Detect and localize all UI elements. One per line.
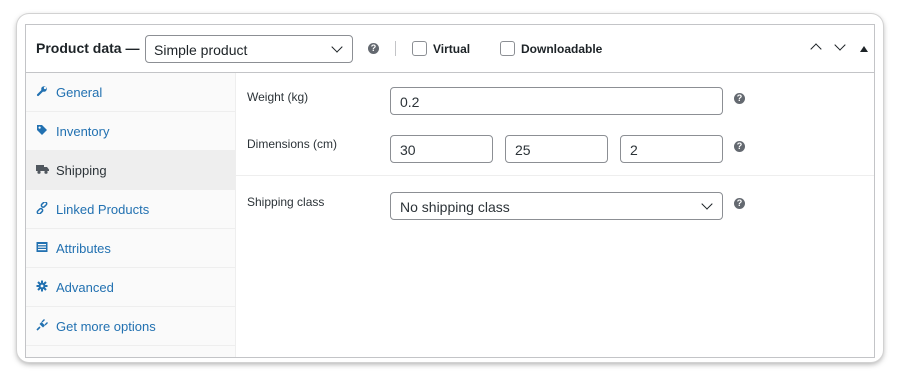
panel-header: Product data — Simple product ? Virtual … bbox=[26, 25, 874, 73]
width-input[interactable]: 25 bbox=[505, 135, 608, 163]
move-up-button[interactable] bbox=[807, 40, 825, 58]
tag-icon bbox=[36, 124, 48, 136]
product-data-panel: Product data — Simple product ? Virtual … bbox=[25, 24, 875, 358]
length-input[interactable]: 30 bbox=[390, 135, 493, 163]
tab-shipping[interactable]: Shipping bbox=[26, 151, 235, 190]
width-value: 25 bbox=[515, 142, 531, 158]
tab-advanced[interactable]: Advanced bbox=[26, 268, 235, 307]
tab-attributes[interactable]: Attributes bbox=[26, 229, 235, 268]
tab-label: Linked Products bbox=[56, 202, 150, 217]
plugin-icon bbox=[36, 319, 48, 331]
tab-label: Attributes bbox=[56, 241, 111, 256]
tab-label: Shipping bbox=[56, 163, 107, 178]
wrench-icon bbox=[36, 85, 48, 97]
product-data-tabs: General Inventory Shipping Linked Produc… bbox=[26, 73, 236, 357]
virtual-label: Virtual bbox=[433, 42, 471, 56]
downloadable-checkbox[interactable] bbox=[500, 41, 515, 56]
truck-icon bbox=[36, 163, 49, 175]
dimensions-label: Dimensions (cm) bbox=[247, 137, 338, 151]
shipping-class-value: No shipping class bbox=[400, 199, 510, 215]
divider bbox=[395, 41, 396, 56]
chevron-up-icon bbox=[810, 43, 822, 55]
downloadable-label: Downloadable bbox=[521, 42, 603, 56]
panel-title: Product data — bbox=[36, 40, 140, 56]
shipping-class-label: Shipping class bbox=[247, 195, 325, 209]
triangle-up-icon bbox=[860, 46, 868, 52]
help-icon[interactable]: ? bbox=[734, 141, 745, 152]
product-type-value: Simple product bbox=[154, 42, 248, 58]
product-type-select[interactable]: Simple product bbox=[145, 35, 353, 63]
list-icon bbox=[36, 241, 48, 253]
tab-label: Get more options bbox=[56, 319, 156, 334]
weight-label: Weight (kg) bbox=[247, 90, 309, 104]
chevron-down-icon bbox=[331, 41, 343, 53]
help-icon[interactable]: ? bbox=[734, 93, 745, 104]
height-value: 2 bbox=[630, 142, 638, 158]
tab-label: Inventory bbox=[56, 124, 110, 139]
chevron-down-icon bbox=[701, 198, 713, 210]
shipping-panel: Weight (kg) 0.2 ? Dimensions (cm) 30 25 … bbox=[236, 73, 874, 357]
virtual-checkbox[interactable] bbox=[412, 41, 427, 56]
move-down-button[interactable] bbox=[831, 39, 849, 58]
section-divider bbox=[236, 175, 874, 176]
help-icon[interactable]: ? bbox=[368, 43, 379, 54]
link-icon bbox=[36, 201, 48, 215]
gear-icon bbox=[36, 280, 48, 292]
shipping-class-select[interactable]: No shipping class bbox=[390, 192, 723, 220]
weight-value: 0.2 bbox=[400, 94, 420, 110]
tab-general[interactable]: General bbox=[26, 73, 235, 112]
height-input[interactable]: 2 bbox=[620, 135, 723, 163]
weight-input[interactable]: 0.2 bbox=[390, 87, 723, 115]
length-value: 30 bbox=[400, 142, 416, 158]
tab-linked-products[interactable]: Linked Products bbox=[26, 190, 235, 229]
window-frame: Product data — Simple product ? Virtual … bbox=[17, 14, 883, 362]
chevron-down-icon bbox=[834, 39, 846, 51]
tab-label: Advanced bbox=[56, 280, 114, 295]
tab-label: General bbox=[56, 85, 103, 100]
tab-inventory[interactable]: Inventory bbox=[26, 112, 235, 151]
help-icon[interactable]: ? bbox=[734, 198, 745, 209]
tab-get-more-options[interactable]: Get more options bbox=[26, 307, 235, 346]
toggle-panel-button[interactable] bbox=[856, 40, 874, 58]
